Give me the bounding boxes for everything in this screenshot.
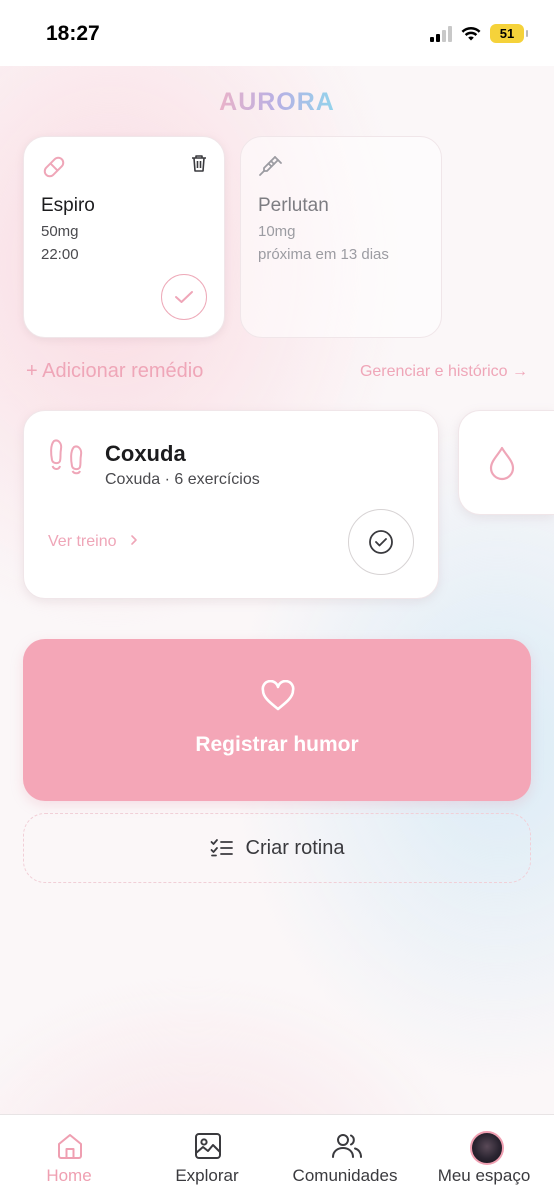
battery-indicator: 51 [490,24,528,43]
tab-label: Home [46,1166,92,1185]
view-workout-link[interactable]: Ver treino [48,533,139,551]
workout-subtitle: Coxuda · 6 exercícios [105,471,260,488]
droplet-icon [489,446,515,481]
footprints-icon [50,439,83,475]
medication-name: Espiro [41,195,95,216]
tab-explore[interactable]: Explorar [138,1115,276,1199]
view-workout-label: Ver treino [48,533,117,550]
add-medication-link[interactable]: + Adicionar remédio [26,360,203,383]
medication-dose: 10mg [258,223,296,240]
medication-name: Perlutan [258,195,329,216]
tab-communities[interactable]: Comunidades [276,1115,414,1199]
wifi-icon [461,26,481,40]
checklist-icon [210,839,233,857]
register-mood-button[interactable]: Registrar humor [23,639,531,801]
check-circle-icon [369,530,393,554]
tab-bar: Home Explorar Comunidades Meu espaço [0,1114,554,1199]
tab-label: Meu espaço [437,1166,531,1185]
check-icon [175,291,193,303]
image-icon [195,1133,221,1159]
manage-history-link[interactable]: Gerenciar e histórico → [360,363,528,381]
users-icon [332,1134,362,1158]
home-icon [58,1134,82,1159]
medication-dose: 50mg [41,223,79,240]
medication-time: 22:00 [41,246,79,263]
status-bar: 18:27 51 [0,0,554,66]
trash-icon[interactable] [190,153,208,173]
complete-workout-button[interactable] [348,509,414,575]
status-icons: 51 [430,24,528,43]
register-mood-label: Registrar humor [195,733,359,756]
app-logo: AURORA [219,88,335,116]
tab-home[interactable]: Home [0,1115,138,1199]
syringe-icon [259,156,282,176]
water-card[interactable] [458,410,554,515]
mark-taken-button[interactable] [161,274,207,320]
medication-card-perlutan[interactable]: Perlutan 10mg próxima em 13 dias [240,136,442,338]
status-time: 18:27 [46,22,100,45]
workout-title: Coxuda [105,441,186,466]
tab-label: Explorar [175,1166,239,1185]
workout-card[interactable]: Coxuda Coxuda · 6 exercícios Ver treino [23,410,439,599]
avatar [470,1131,504,1165]
medication-next-dose: próxima em 13 dias [258,246,389,263]
create-routine-button[interactable]: Criar rotina [23,813,531,883]
heart-icon [261,680,295,711]
signal-icon [430,25,452,42]
tab-my-space[interactable]: Meu espaço [415,1115,553,1199]
chevron-right-icon [131,535,137,545]
medication-card-espiro[interactable]: Espiro 50mg 22:00 [23,136,225,338]
tab-label: Comunidades [292,1166,398,1185]
create-routine-label: Criar rotina [245,836,345,859]
pill-icon [43,156,65,178]
